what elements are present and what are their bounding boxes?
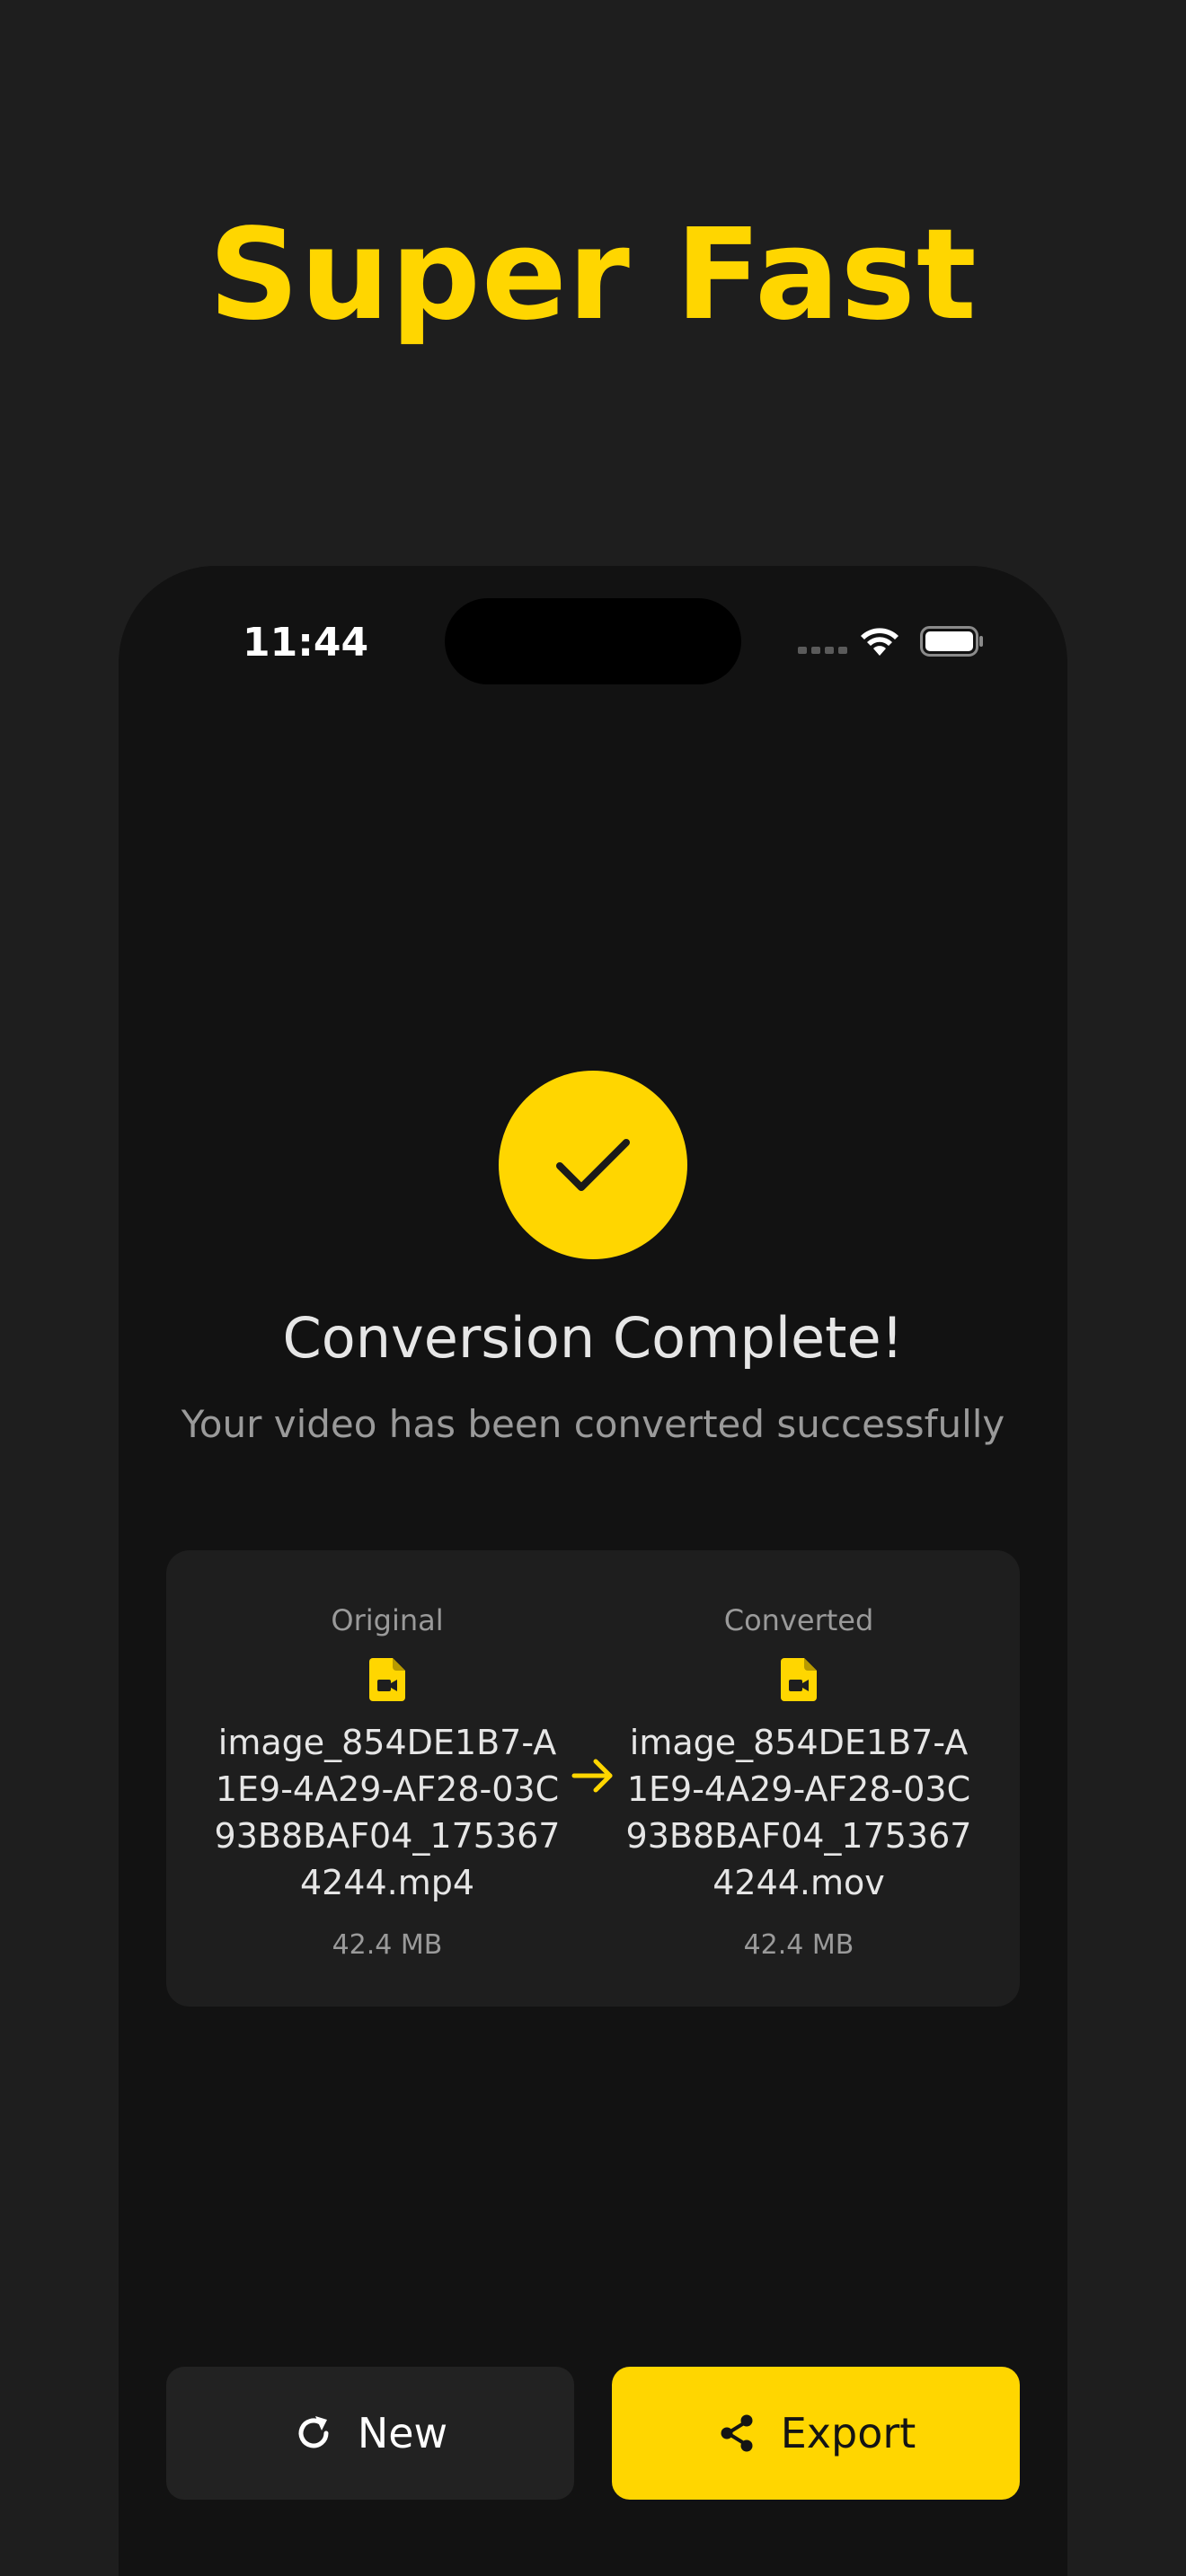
cellular-signal-icon [798, 647, 847, 654]
status-bar-time: 11:44 [243, 620, 369, 666]
conversion-title: Conversion Complete! [282, 1305, 904, 1371]
converted-file-name: image_854DE1B7-A1E9-4A29-AF28-03C93B8BAF… [625, 1723, 972, 1902]
conversion-subtitle: Your video has been converted successful… [181, 1402, 1005, 1446]
converted-file-label: Converted [723, 1603, 874, 1637]
dynamic-island [445, 598, 741, 684]
marketing-headline: Super Fast [208, 202, 978, 348]
file-comparison-card: Original image_854DE1B7-A1E9-4A29-AF28-0… [166, 1550, 1020, 2007]
original-file-label: Original [331, 1603, 444, 1637]
success-badge [499, 1071, 687, 1259]
check-icon [556, 1139, 630, 1191]
new-button-label: New [357, 2409, 448, 2457]
export-button-label: Export [780, 2409, 916, 2457]
video-file-icon [369, 1658, 405, 1701]
battery-icon [920, 626, 983, 657]
video-file-icon [781, 1658, 817, 1701]
original-file-size: 42.4 MB [332, 1929, 443, 1961]
original-file-name: image_854DE1B7-A1E9-4A29-AF28-03C93B8BAF… [214, 1723, 561, 1902]
share-icon [721, 2414, 753, 2452]
wifi-icon [861, 628, 898, 656]
converted-file-size: 42.4 MB [743, 1929, 854, 1961]
export-button[interactable]: Export [612, 2367, 1020, 2500]
arrow-right-icon [571, 1759, 613, 1793]
refresh-icon [298, 2416, 329, 2448]
new-button[interactable]: New [166, 2367, 574, 2500]
app-screenshot: Super Fast 11:44 Conversion Complete! Yo [0, 0, 1186, 2576]
phone-screen: 11:44 Conversion Complete! Your video ha… [119, 566, 1067, 2576]
